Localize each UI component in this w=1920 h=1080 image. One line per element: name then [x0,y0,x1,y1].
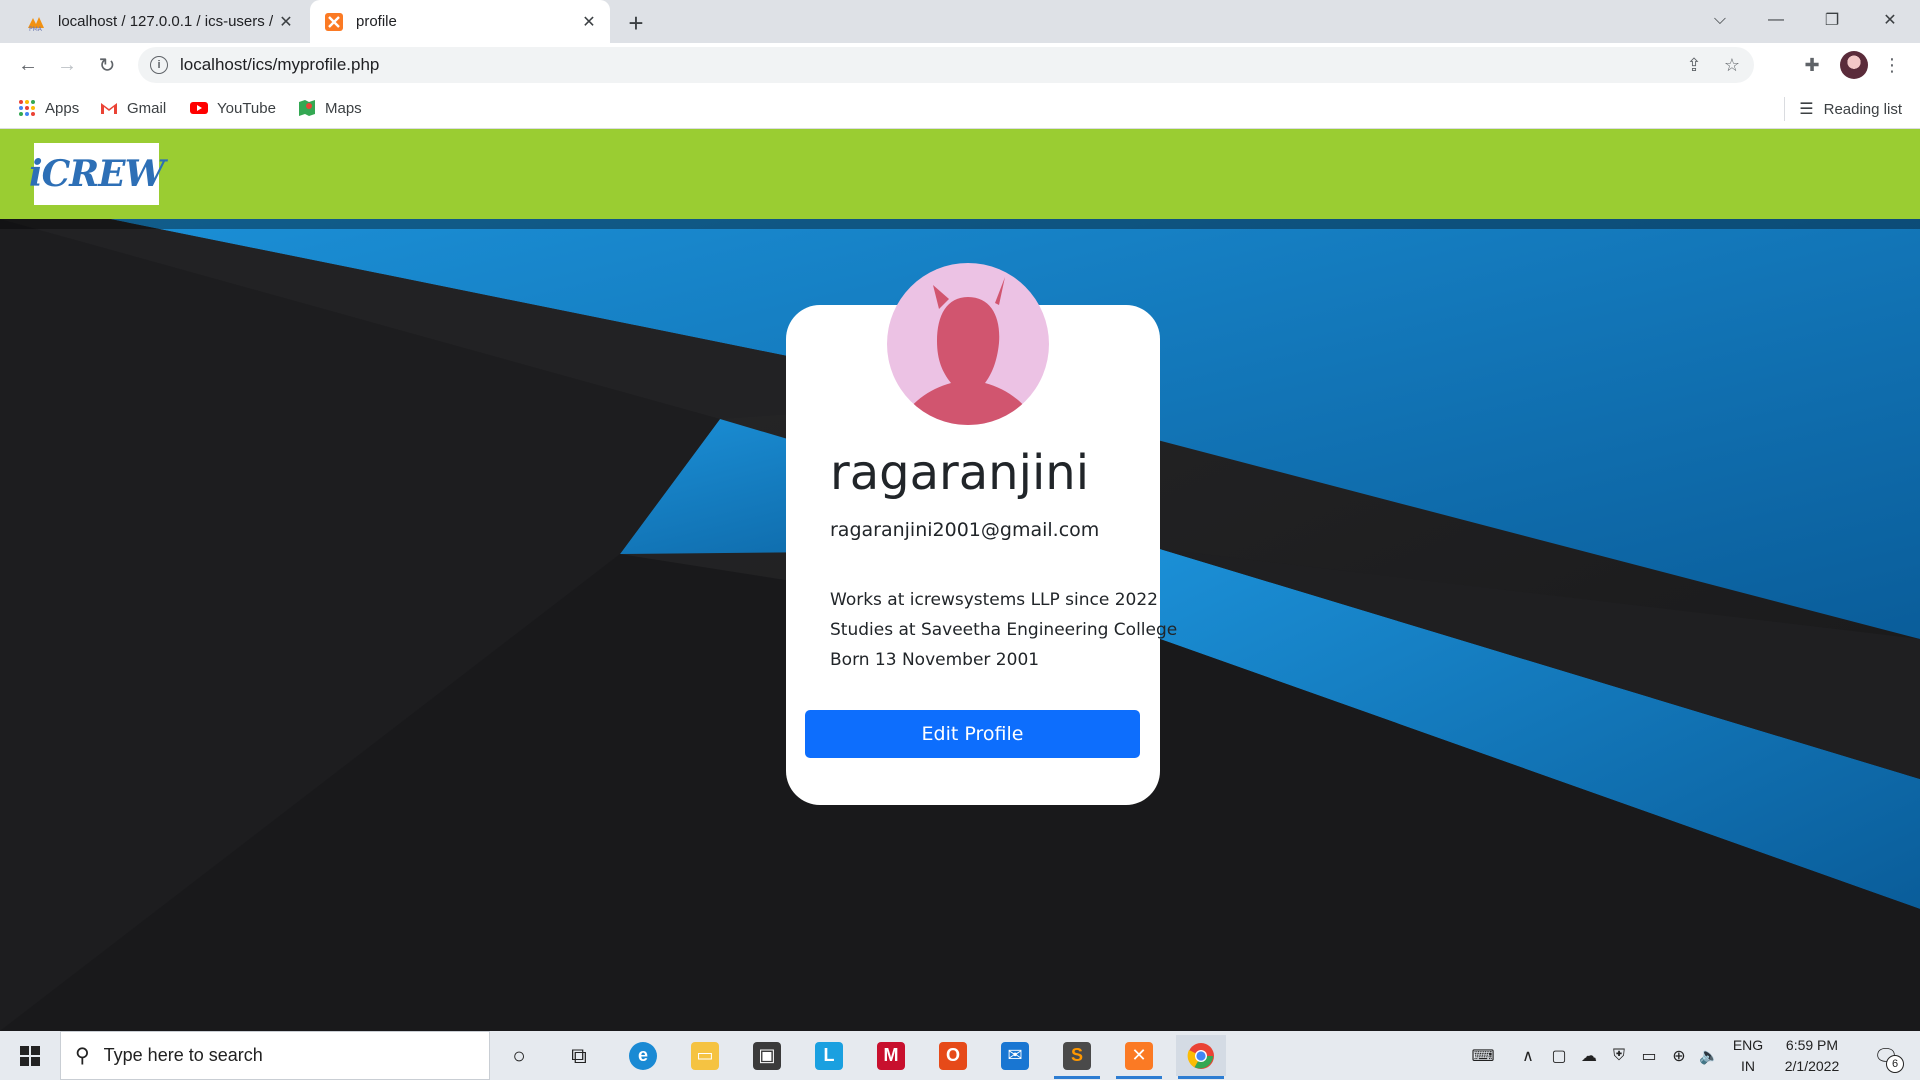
tab-search-chevron-icon[interactable]: ⌵ [1692,0,1748,40]
mcafee-icon[interactable]: M [866,1035,916,1076]
profile-avatar [887,263,1049,425]
restore-button[interactable]: ❐ [1804,0,1860,40]
site-logo[interactable]: iCREW [29,143,165,205]
new-tab-button[interactable]: + [620,7,652,39]
windows-taskbar: ⚲ Type here to search ○ ⧉ e ▭ ▣ L M O ✉ … [0,1031,1920,1080]
active-indicator [1054,1076,1100,1079]
clock-time: 6:59 PM [1785,1037,1839,1053]
battery-icon[interactable]: ▭ [1636,1031,1662,1080]
bookmark-star-icon[interactable]: ☆ [1716,49,1748,81]
bookmarks-divider [1784,97,1786,121]
system-clock[interactable]: 6:59 PM 2/1/2022 [1772,1035,1852,1077]
active-indicator [1116,1076,1162,1079]
onedrive-icon[interactable]: ☁ [1576,1031,1602,1080]
forward-button[interactable]: → [51,49,83,81]
reload-button[interactable]: ↻ [91,49,123,81]
task-view-icon[interactable]: ⧉ [554,1035,604,1076]
search-icon: ⚲ [75,1045,90,1067]
search-placeholder: Type here to search [103,1045,263,1065]
profile-email: ragaranjini2001@gmail.com [830,519,1100,541]
about-work: Works at icrewsystems LLP since 2022 [830,590,1158,610]
apps-grid-icon [19,100,35,116]
bookmark-label: Maps [325,99,362,117]
bookmark-youtube[interactable]: YouTube [190,97,276,119]
edit-profile-button[interactable]: Edit Profile [805,710,1140,758]
browser-tab-strip: PMA localhost / 127.0.0.1 / ics-users / … [0,0,1920,43]
language-indicator[interactable]: ENG IN [1730,1035,1766,1077]
about-birthdate: Born 13 November 2001 [830,650,1040,670]
back-button[interactable]: ← [12,49,44,81]
profile-username: ragaranjini [830,445,1090,501]
logo-text: iCREW [28,153,165,195]
tray-chevron-up-icon[interactable]: ∧ [1514,1031,1542,1080]
tab-profile[interactable]: profile ✕ [310,0,610,43]
phpmyadmin-icon: PMA [28,16,44,32]
gmail-icon [101,103,117,114]
bookmark-maps[interactable]: Maps [298,97,362,119]
office-icon[interactable]: O [928,1035,978,1076]
notification-count: 6 [1886,1055,1904,1073]
browser-toolbar: ← → ↻ i localhost/ics/myprofile.php ⇪ ☆ … [0,43,1920,87]
tab-phpmyadmin[interactable]: PMA localhost / 127.0.0.1 / ics-users / … [12,0,307,43]
volume-icon[interactable]: 🔈 [1696,1031,1722,1080]
share-icon[interactable]: ⇪ [1678,49,1710,81]
taskbar-search[interactable]: ⚲ Type here to search [60,1031,490,1080]
file-explorer-icon[interactable]: ▭ [680,1035,730,1076]
site-header: iCREW [0,129,1920,219]
menu-kebab-icon[interactable]: ⋮ [1876,49,1908,81]
close-tab-icon[interactable]: ✕ [576,9,602,35]
svg-text:PMA: PMA [29,26,43,32]
clock-date: 2/1/2022 [1784,1058,1840,1074]
meet-now-icon[interactable]: ▢ [1546,1031,1572,1080]
chrome-icon[interactable] [1176,1035,1226,1079]
security-icon[interactable]: ⛨ [1606,1031,1632,1080]
tab-title: localhost / 127.0.0.1 / ics-users / [58,13,273,30]
bookmarks-bar: Apps Gmail YouTube Maps ☰ Reading list [0,87,1920,129]
reading-list-button[interactable]: ☰ Reading list [1784,97,1902,121]
browser-profile-avatar[interactable] [1840,51,1868,79]
bookmark-gmail[interactable]: Gmail [100,97,166,119]
chrome-logo-icon [1187,1042,1214,1069]
action-center-icon[interactable]: 🗨 6 [1866,1039,1906,1073]
cortana-icon[interactable]: ○ [494,1035,544,1076]
language-code: ENG [1732,1037,1764,1053]
mail-icon[interactable]: ✉ [990,1035,1040,1076]
bookmark-apps[interactable]: Apps [18,97,79,119]
bookmark-label: Gmail [127,99,167,117]
reading-list-icon: ☰ [1799,101,1814,118]
profile-about: Works at icrewsystems LLP since 2022 Stu… [830,585,1177,675]
windows-logo-icon [20,1045,40,1066]
minimize-button[interactable]: — [1748,0,1804,40]
site-info-icon[interactable]: i [150,56,168,74]
store-icon[interactable]: ▣ [742,1035,792,1076]
region-code: IN [1741,1058,1755,1074]
close-tab-icon[interactable]: ✕ [273,9,299,35]
close-window-button[interactable]: ✕ [1862,0,1918,40]
bookmark-label: YouTube [217,99,276,117]
about-education: Studies at Saveetha Engineering College [830,620,1178,640]
xampp-icon [325,12,343,31]
network-globe-icon[interactable]: ⊕ [1666,1031,1692,1080]
active-indicator [1178,1076,1224,1079]
edge-icon[interactable]: e [618,1035,668,1076]
reading-list-label: Reading list [1823,100,1902,118]
l-app-icon[interactable]: L [804,1035,854,1076]
maps-icon [299,100,315,116]
user-silhouette-icon [899,277,1037,425]
xampp-taskbar-icon[interactable]: ✕ [1114,1035,1164,1079]
url-text: localhost/ics/myprofile.php [180,55,380,74]
bookmark-label: Apps [45,99,80,117]
address-bar[interactable]: i localhost/ics/myprofile.php ⇪ ☆ [138,47,1754,83]
extensions-icon[interactable]: ✚ [1796,49,1828,81]
keyboard-icon[interactable]: ⌨ [1466,1031,1500,1080]
sublime-text-icon[interactable]: S [1052,1035,1102,1079]
tab-title: profile [356,13,397,30]
youtube-icon [190,102,208,114]
start-button[interactable] [0,1031,60,1080]
